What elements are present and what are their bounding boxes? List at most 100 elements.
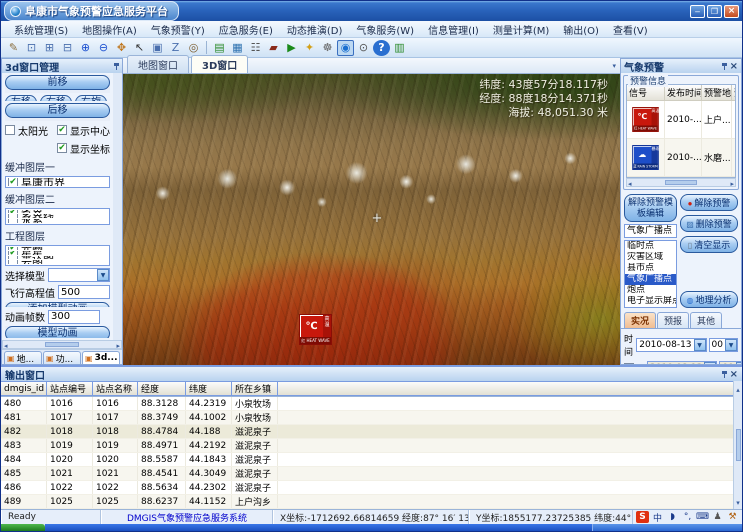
menu-item[interactable]: 系统管理(S): [7, 22, 75, 37]
column-header[interactable]: 站点编号: [47, 381, 93, 396]
point-type-item[interactable]: 电子显示屏点: [625, 296, 676, 307]
checkbox[interactable]: ✔: [8, 251, 18, 255]
column-header[interactable]: dmgis_id: [1, 381, 47, 396]
punctuation-icon[interactable]: °,: [681, 511, 694, 523]
add-model-anim-button[interactable]: 添加模型动画: [5, 302, 110, 307]
tab-functions[interactable]: 功...: [43, 351, 81, 364]
column-header[interactable]: 预: [732, 85, 736, 101]
pin-icon[interactable]: [114, 63, 119, 70]
point-type-item[interactable]: 县市点: [625, 263, 676, 274]
tab-3d-window[interactable]: 3D窗口: [191, 55, 248, 73]
table-row[interactable]: 4801016101688.312844.2319小泉牧场: [1, 397, 733, 411]
menu-item[interactable]: 气象预警(Y): [144, 22, 212, 37]
checkbox[interactable]: [8, 219, 18, 223]
maximize-button[interactable]: [707, 5, 722, 18]
print-icon[interactable]: ☷: [247, 40, 264, 56]
layer-item[interactable]: ✔显示坐标: [57, 141, 110, 156]
pin-icon[interactable]: [722, 63, 727, 70]
scroll-left-icon[interactable]: [628, 176, 632, 189]
dropdown-arrow-icon[interactable]: [694, 339, 706, 351]
scroll-down-icon[interactable]: [736, 495, 740, 508]
scrollbar-thumb[interactable]: [736, 429, 741, 462]
geo-analysis-button[interactable]: 地理分析: [680, 291, 738, 308]
table-row[interactable]: 4811017101788.374944.1002小泉牧场: [1, 411, 733, 425]
menu-item[interactable]: 气象服务(W): [349, 22, 421, 37]
close-panel-icon[interactable]: [730, 369, 738, 380]
heat-wave-warning-icon[interactable]: ℃ 高温 红 HEAT WAVE: [299, 314, 332, 345]
menu-item[interactable]: 测量计算(M): [486, 22, 556, 37]
pan-hand-icon[interactable]: ✥: [113, 40, 130, 56]
layer-item[interactable]: 水系: [8, 219, 107, 223]
checkbox[interactable]: [5, 125, 15, 135]
layer-item[interactable]: ✔光圈: [8, 247, 107, 251]
date-dropdown[interactable]: 2010-08-13: [636, 338, 706, 352]
frames-input[interactable]: [48, 310, 100, 324]
select-arrow-icon[interactable]: ↖: [131, 40, 148, 56]
layer-item[interactable]: 云图: [8, 260, 107, 264]
close-button[interactable]: [724, 5, 739, 18]
point-type-item[interactable]: 临时点: [625, 241, 676, 252]
layer-item[interactable]: ✔显示中心: [57, 123, 110, 138]
nav-button[interactable]: 前移: [5, 75, 110, 90]
scrollbar-thumb[interactable]: [45, 342, 80, 347]
column-header[interactable]: 预警地区: [702, 85, 732, 101]
column-header[interactable]: 纬度: [186, 381, 232, 396]
tools-wrench-icon[interactable]: ⚒: [726, 511, 739, 523]
point-type-item[interactable]: 灾害区域: [625, 252, 676, 263]
table-row[interactable]: 4841020102088.558744.1843滋泥泉子: [1, 453, 733, 467]
fullwidth-moon-icon[interactable]: ◗: [666, 511, 679, 523]
fly-path-icon[interactable]: ▶: [283, 40, 300, 56]
remove-warning-button[interactable]: 解除预警: [680, 194, 738, 211]
point-type-item[interactable]: 气象广播点: [625, 274, 676, 285]
sogou-input-icon[interactable]: S: [636, 511, 649, 523]
query-window-icon[interactable]: ⊟: [59, 40, 76, 56]
minimize-button[interactable]: [690, 5, 705, 18]
to-date-checkbox[interactable]: [624, 363, 634, 364]
menu-item[interactable]: 信息管理(I): [421, 22, 486, 37]
eye-icon[interactable]: ⊙: [355, 40, 372, 56]
snapshot-icon[interactable]: ▦: [229, 40, 246, 56]
key-icon[interactable]: ✦: [301, 40, 318, 56]
vehicle-icon[interactable]: ▰: [265, 40, 282, 56]
nav-button[interactable]: 左移: [5, 95, 37, 100]
checkbox[interactable]: ✔: [8, 178, 18, 186]
menu-item[interactable]: 应急服务(E): [212, 22, 280, 37]
menu-item[interactable]: 查看(V): [606, 22, 655, 37]
globe-3d-icon[interactable]: ◉: [337, 40, 354, 56]
column-header[interactable]: 发布时间: [665, 85, 702, 101]
menu-item[interactable]: 动态推演(D): [280, 22, 350, 37]
dropdown-arrow-icon[interactable]: [725, 339, 737, 351]
checkbox[interactable]: [8, 256, 18, 260]
remove-warning-template-button[interactable]: 解除预警模板编辑: [624, 194, 677, 222]
tab-3d-manager[interactable]: 3d...: [82, 351, 120, 364]
settings-gear-icon[interactable]: ☸: [319, 40, 336, 56]
user-icon[interactable]: ♟: [711, 511, 724, 523]
left-panel-hscrollbar[interactable]: [2, 340, 122, 349]
checkbox[interactable]: [8, 260, 18, 264]
scroll-up-icon[interactable]: [736, 382, 740, 395]
model-anim-button[interactable]: 模型动画: [5, 326, 110, 338]
soft-keyboard-icon[interactable]: ⌨: [696, 511, 709, 523]
zoom-in-icon[interactable]: ⊕: [77, 40, 94, 56]
measure-icon[interactable]: ✎: [5, 40, 22, 56]
checkbox[interactable]: ✔: [8, 247, 18, 251]
warning-row-rain[interactable]: ☁暴雨 蓝 RAIN STORM 2010-... 水磨...: [627, 139, 735, 177]
warning-row-heat[interactable]: ℃高温 红 HEAT WAVE 2010-... 上户...: [627, 101, 735, 139]
output-vscrollbar[interactable]: [733, 381, 742, 509]
scrollbar-thumb[interactable]: [665, 180, 697, 185]
table-row[interactable]: 4851021102188.454144.3049滋泥泉子: [1, 467, 733, 481]
model-select-dropdown[interactable]: [48, 268, 110, 282]
layer-item[interactable]: ✔星星: [8, 251, 107, 255]
chinese-mode-icon[interactable]: 中: [651, 511, 664, 523]
tab-other[interactable]: 其他: [690, 312, 722, 328]
dropdown-arrow-icon[interactable]: [97, 269, 109, 281]
menu-item[interactable]: 输出(O): [556, 22, 606, 37]
point-type-combo[interactable]: 气象广播点: [624, 224, 677, 238]
tab-map-layers[interactable]: 地...: [4, 351, 42, 364]
pan-window-icon[interactable]: ⊞: [41, 40, 58, 56]
zoom-out-icon[interactable]: ⊖: [95, 40, 112, 56]
3d-map-canvas[interactable]: 纬度: 43度57分18.117秒 经度: 88度18分14.371秒 海拔: …: [123, 74, 620, 365]
flight-alt-input[interactable]: [58, 285, 110, 299]
tab-forecast[interactable]: 预报: [657, 312, 689, 328]
layer-item[interactable]: ✔阜康市界: [8, 178, 107, 186]
